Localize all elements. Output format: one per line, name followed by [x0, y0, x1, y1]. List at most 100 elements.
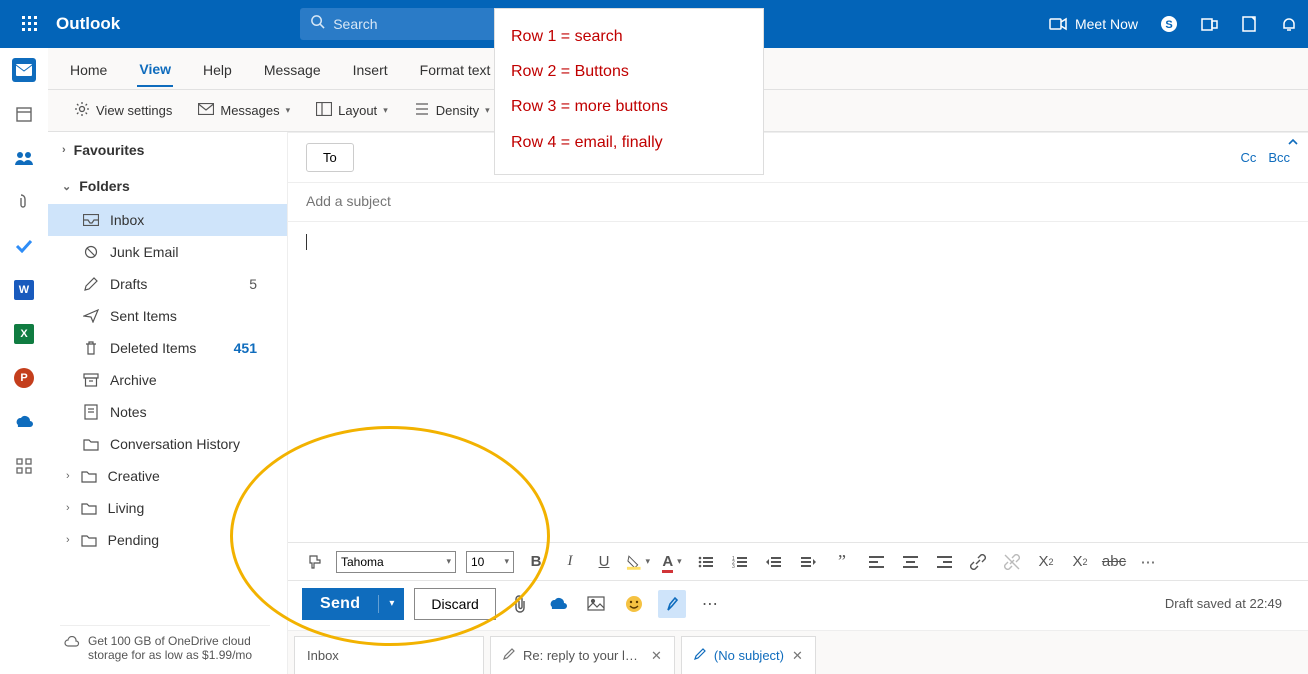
- bottom-tab-inbox[interactable]: Inbox: [294, 636, 484, 674]
- format-painter-icon[interactable]: [302, 550, 326, 574]
- folder-archive[interactable]: Archive: [48, 364, 287, 396]
- discard-button[interactable]: Discard: [414, 588, 495, 620]
- calendar-icon[interactable]: [12, 102, 36, 126]
- pencil-icon: [503, 648, 515, 663]
- align-left-button[interactable]: [864, 550, 888, 574]
- drafts-icon: [82, 276, 100, 292]
- bottom-tab-draft-2[interactable]: (No subject) ✕: [681, 636, 816, 674]
- folder-creative[interactable]: › Creative: [48, 460, 287, 492]
- mail-icon[interactable]: [12, 58, 36, 82]
- tab-home[interactable]: Home: [68, 52, 109, 86]
- quote-button[interactable]: ”: [830, 550, 854, 574]
- send-button[interactable]: Send: [302, 595, 379, 613]
- tab-insert[interactable]: Insert: [351, 52, 390, 86]
- onedrive-promo[interactable]: Get 100 GB of OneDrive cloud storage for…: [60, 625, 270, 670]
- people-icon[interactable]: [12, 146, 36, 170]
- align-right-button[interactable]: [932, 550, 956, 574]
- notes-icon[interactable]: [1240, 15, 1258, 33]
- to-row: To Cc Bcc: [288, 133, 1308, 183]
- folder-living[interactable]: › Living: [48, 492, 287, 524]
- superscript-button[interactable]: X2: [1034, 550, 1058, 574]
- indent-button[interactable]: [796, 550, 820, 574]
- annotation-line: Row 4 = email, finally: [511, 125, 747, 160]
- folder-deleted[interactable]: Deleted Items 451: [48, 332, 287, 364]
- svg-text:S: S: [1165, 19, 1172, 31]
- subject-input[interactable]: [306, 193, 1290, 209]
- tab-view[interactable]: View: [137, 51, 173, 87]
- link-button[interactable]: [966, 550, 990, 574]
- folder-conversation-history[interactable]: Conversation History: [48, 428, 287, 460]
- close-icon[interactable]: ✕: [651, 648, 662, 664]
- strikethrough-button[interactable]: abc: [1102, 550, 1126, 574]
- left-rail: W X P: [0, 48, 48, 674]
- pencil-icon: [694, 648, 706, 663]
- excel-icon[interactable]: X: [12, 322, 36, 346]
- numbering-button[interactable]: 123: [728, 550, 752, 574]
- folder-sent[interactable]: Sent Items: [48, 300, 287, 332]
- layout-button[interactable]: Layout ▾: [310, 98, 394, 123]
- folder-notes[interactable]: Notes: [48, 396, 287, 428]
- sent-icon: [82, 309, 100, 323]
- search-box[interactable]: [300, 8, 500, 40]
- expand-icon[interactable]: [1286, 137, 1300, 156]
- bullets-button[interactable]: [694, 550, 718, 574]
- folders-group[interactable]: ⌄ Folders: [48, 168, 287, 204]
- unlink-button[interactable]: [1000, 550, 1024, 574]
- bottom-tab-draft-1[interactable]: Re: reply to your last ... ✕: [490, 636, 675, 674]
- messages-button[interactable]: Messages ▾: [192, 99, 296, 122]
- onedrive-icon[interactable]: [12, 410, 36, 434]
- word-icon[interactable]: W: [12, 278, 36, 302]
- onedrive-attach-icon[interactable]: [544, 590, 572, 618]
- layout-icon: [316, 102, 332, 119]
- send-button-group: Send ▾: [302, 588, 404, 620]
- todo-icon[interactable]: [12, 234, 36, 258]
- density-icon: [414, 102, 430, 119]
- insert-picture-icon[interactable]: [582, 590, 610, 618]
- tab-message[interactable]: Message: [262, 52, 323, 86]
- format-toolbar: Tahoma▾ 10▾ B I U ▾ A▾ 123 ” X2 X2 abc ⋯: [288, 542, 1308, 580]
- bold-button[interactable]: B: [524, 550, 548, 574]
- powerpoint-icon[interactable]: P: [12, 366, 36, 390]
- folder-pending[interactable]: › Pending: [48, 524, 287, 556]
- favourites-group[interactable]: › Favourites: [48, 132, 287, 168]
- emoji-icon[interactable]: [620, 590, 648, 618]
- more-apps-icon[interactable]: [12, 454, 36, 478]
- cc-button[interactable]: Cc: [1240, 150, 1256, 165]
- annotation-line: Row 2 = Buttons: [511, 54, 747, 89]
- app-launcher-icon[interactable]: [10, 16, 50, 32]
- archive-icon: [82, 373, 100, 387]
- subject-row: [288, 183, 1308, 222]
- more-format-button[interactable]: ⋯: [1136, 550, 1160, 574]
- chevron-right-icon: ›: [66, 502, 70, 514]
- skype-icon[interactable]: S: [1160, 15, 1178, 33]
- to-button[interactable]: To: [306, 143, 354, 172]
- outdent-button[interactable]: [762, 550, 786, 574]
- teams-icon[interactable]: [1200, 15, 1218, 33]
- folder-inbox[interactable]: Inbox: [48, 204, 287, 236]
- more-actions-icon[interactable]: ⋯: [696, 590, 724, 618]
- italic-button[interactable]: I: [558, 550, 582, 574]
- folder-junk[interactable]: Junk Email: [48, 236, 287, 268]
- chevron-down-icon: ⌄: [62, 180, 71, 193]
- search-input[interactable]: [333, 16, 490, 32]
- bell-icon[interactable]: [1280, 15, 1298, 33]
- highlight-button[interactable]: ▾: [626, 550, 650, 574]
- meet-now-button[interactable]: Meet Now: [1049, 16, 1138, 32]
- tab-format-text[interactable]: Format text: [418, 52, 493, 86]
- files-icon[interactable]: [12, 190, 36, 214]
- density-button[interactable]: Density ▾: [408, 98, 496, 123]
- underline-button[interactable]: U: [592, 550, 616, 574]
- attach-icon[interactable]: [506, 590, 534, 618]
- font-size-combo[interactable]: 10▾: [466, 551, 514, 573]
- folder-drafts[interactable]: Drafts 5: [48, 268, 287, 300]
- signature-icon[interactable]: [658, 590, 686, 618]
- subscript-button[interactable]: X2: [1068, 550, 1092, 574]
- font-name-combo[interactable]: Tahoma▾: [336, 551, 456, 573]
- send-options-button[interactable]: ▾: [379, 598, 404, 609]
- view-settings-button[interactable]: View settings: [68, 97, 178, 124]
- align-center-button[interactable]: [898, 550, 922, 574]
- close-icon[interactable]: ✕: [792, 648, 803, 664]
- font-color-button[interactable]: A▾: [660, 550, 684, 574]
- folder-icon: [82, 438, 100, 451]
- tab-help[interactable]: Help: [201, 52, 234, 86]
